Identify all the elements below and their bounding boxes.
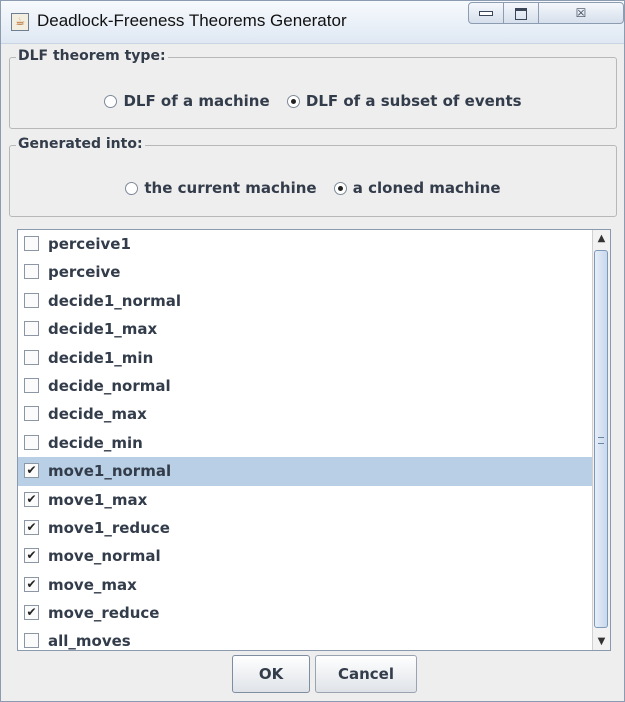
checkbox[interactable] [24, 633, 39, 649]
list-item[interactable]: decide_min [18, 429, 610, 457]
checkbox[interactable] [24, 434, 39, 450]
generated-into-label: Generated into: [16, 136, 145, 152]
events-list[interactable]: perceive1 perceive decide1_normal decide1_m… [17, 229, 611, 651]
events-rows: perceive1 perceive decide1_normal decide1_m… [18, 230, 610, 651]
list-item[interactable]: decide1_min [18, 344, 610, 372]
minimize-icon [479, 11, 493, 16]
radio-dlf-subset-events-label: DLF of a subset of events [305, 92, 522, 110]
list-item-label: decide1_min [48, 348, 154, 367]
list-item-label: move1_normal [48, 462, 172, 481]
radio-cloned-machine[interactable]: a cloned machine [333, 179, 501, 197]
list-item-label: move1_reduce [48, 518, 170, 537]
list-item[interactable]: decide1_max [18, 315, 610, 343]
radio-circle-selected[interactable] [286, 95, 300, 108]
radio-circle-selected[interactable] [333, 182, 347, 195]
list-item[interactable]: decide_normal [18, 372, 610, 400]
list-item-label: move_max [48, 575, 137, 594]
checkbox[interactable] [24, 236, 39, 251]
title-bar[interactable]: ☕ Deadlock-Freeness Theorems Generator ☒ [1, 1, 624, 44]
radio-dlf-machine[interactable]: DLF of a machine [104, 92, 270, 110]
list-item-label: decide1_normal [48, 291, 182, 310]
theorem-type-group: DLF theorem type: DLF of a machine DLF o… [9, 48, 617, 129]
list-item[interactable]: perceive1 [18, 230, 610, 258]
checkbox[interactable] [24, 292, 39, 308]
maximize-button[interactable] [503, 2, 539, 24]
list-item[interactable]: ✔ move_max [18, 571, 610, 599]
minimize-button[interactable] [468, 2, 504, 24]
list-item-label: decide_normal [48, 376, 171, 395]
checkbox[interactable] [24, 406, 39, 422]
generated-into-options: the current machine a cloned machine [10, 179, 616, 197]
dialog-window: ☕ Deadlock-Freeness Theorems Generator ☒… [0, 0, 625, 702]
generated-into-group: Generated into: the current machine a cl… [9, 136, 617, 217]
list-item[interactable]: decide1_normal [18, 287, 610, 315]
checkbox-checked[interactable]: ✔ [24, 605, 39, 621]
scroll-down-icon[interactable]: ▼ [593, 633, 610, 650]
list-item-label: move1_max [48, 490, 148, 509]
radio-current-machine-label: the current machine [144, 179, 317, 197]
radio-current-machine[interactable]: the current machine [125, 179, 317, 197]
checkbox-checked[interactable]: ✔ [24, 548, 39, 564]
checkbox-checked[interactable]: ✔ [24, 519, 39, 535]
list-item[interactable]: ✔ move1_reduce [18, 514, 610, 542]
list-item[interactable]: perceive [18, 258, 610, 286]
close-icon: ☒ [575, 6, 587, 20]
scroll-up-icon[interactable]: ▲ [593, 230, 610, 247]
list-item[interactable]: ✔ move_normal [18, 542, 610, 570]
checkbox-checked[interactable]: ✔ [24, 491, 39, 507]
checkbox[interactable] [24, 264, 39, 280]
radio-dlf-subset-events[interactable]: DLF of a subset of events [286, 92, 522, 110]
list-item-label: move_reduce [48, 604, 160, 623]
list-item[interactable]: ✔ move1_normal [18, 457, 610, 486]
radio-dlf-machine-label: DLF of a machine [123, 92, 270, 110]
list-item-label: move_normal [48, 547, 161, 566]
cancel-button[interactable]: Cancel [315, 655, 417, 693]
list-item[interactable]: ✔ move_reduce [18, 599, 610, 627]
ok-button[interactable]: OK [232, 655, 310, 693]
checkbox[interactable] [24, 377, 39, 393]
list-item-label: decide_min [48, 433, 143, 452]
radio-circle[interactable] [125, 182, 139, 195]
radio-cloned-machine-label: a cloned machine [352, 179, 501, 197]
checkbox[interactable] [24, 349, 39, 365]
vertical-scrollbar[interactable]: ▲ ▼ [592, 230, 610, 650]
maximize-icon [515, 7, 527, 20]
checkbox[interactable] [24, 321, 39, 337]
grip-icon [598, 437, 604, 444]
theorem-type-label: DLF theorem type: [16, 48, 168, 64]
list-item[interactable]: all_moves [18, 627, 610, 651]
theorem-type-options: DLF of a machine DLF of a subset of even… [10, 92, 616, 110]
list-item-label: decide1_max [48, 320, 158, 339]
checkbox-checked[interactable]: ✔ [24, 576, 39, 592]
list-item[interactable]: decide_max [18, 400, 610, 428]
list-item-label: perceive [48, 263, 121, 282]
scroll-thumb[interactable] [594, 250, 608, 628]
window-title: Deadlock-Freeness Theorems Generator [37, 11, 347, 30]
list-item-label: all_moves [48, 632, 131, 651]
java-cup-icon: ☕ [11, 13, 29, 31]
checkbox-checked[interactable]: ✔ [24, 463, 39, 479]
list-item[interactable]: ✔ move1_max [18, 486, 610, 514]
list-item-label: decide_max [48, 405, 147, 424]
close-button[interactable]: ☒ [538, 2, 624, 24]
list-item-label: perceive1 [48, 235, 131, 253]
radio-circle[interactable] [104, 95, 118, 108]
